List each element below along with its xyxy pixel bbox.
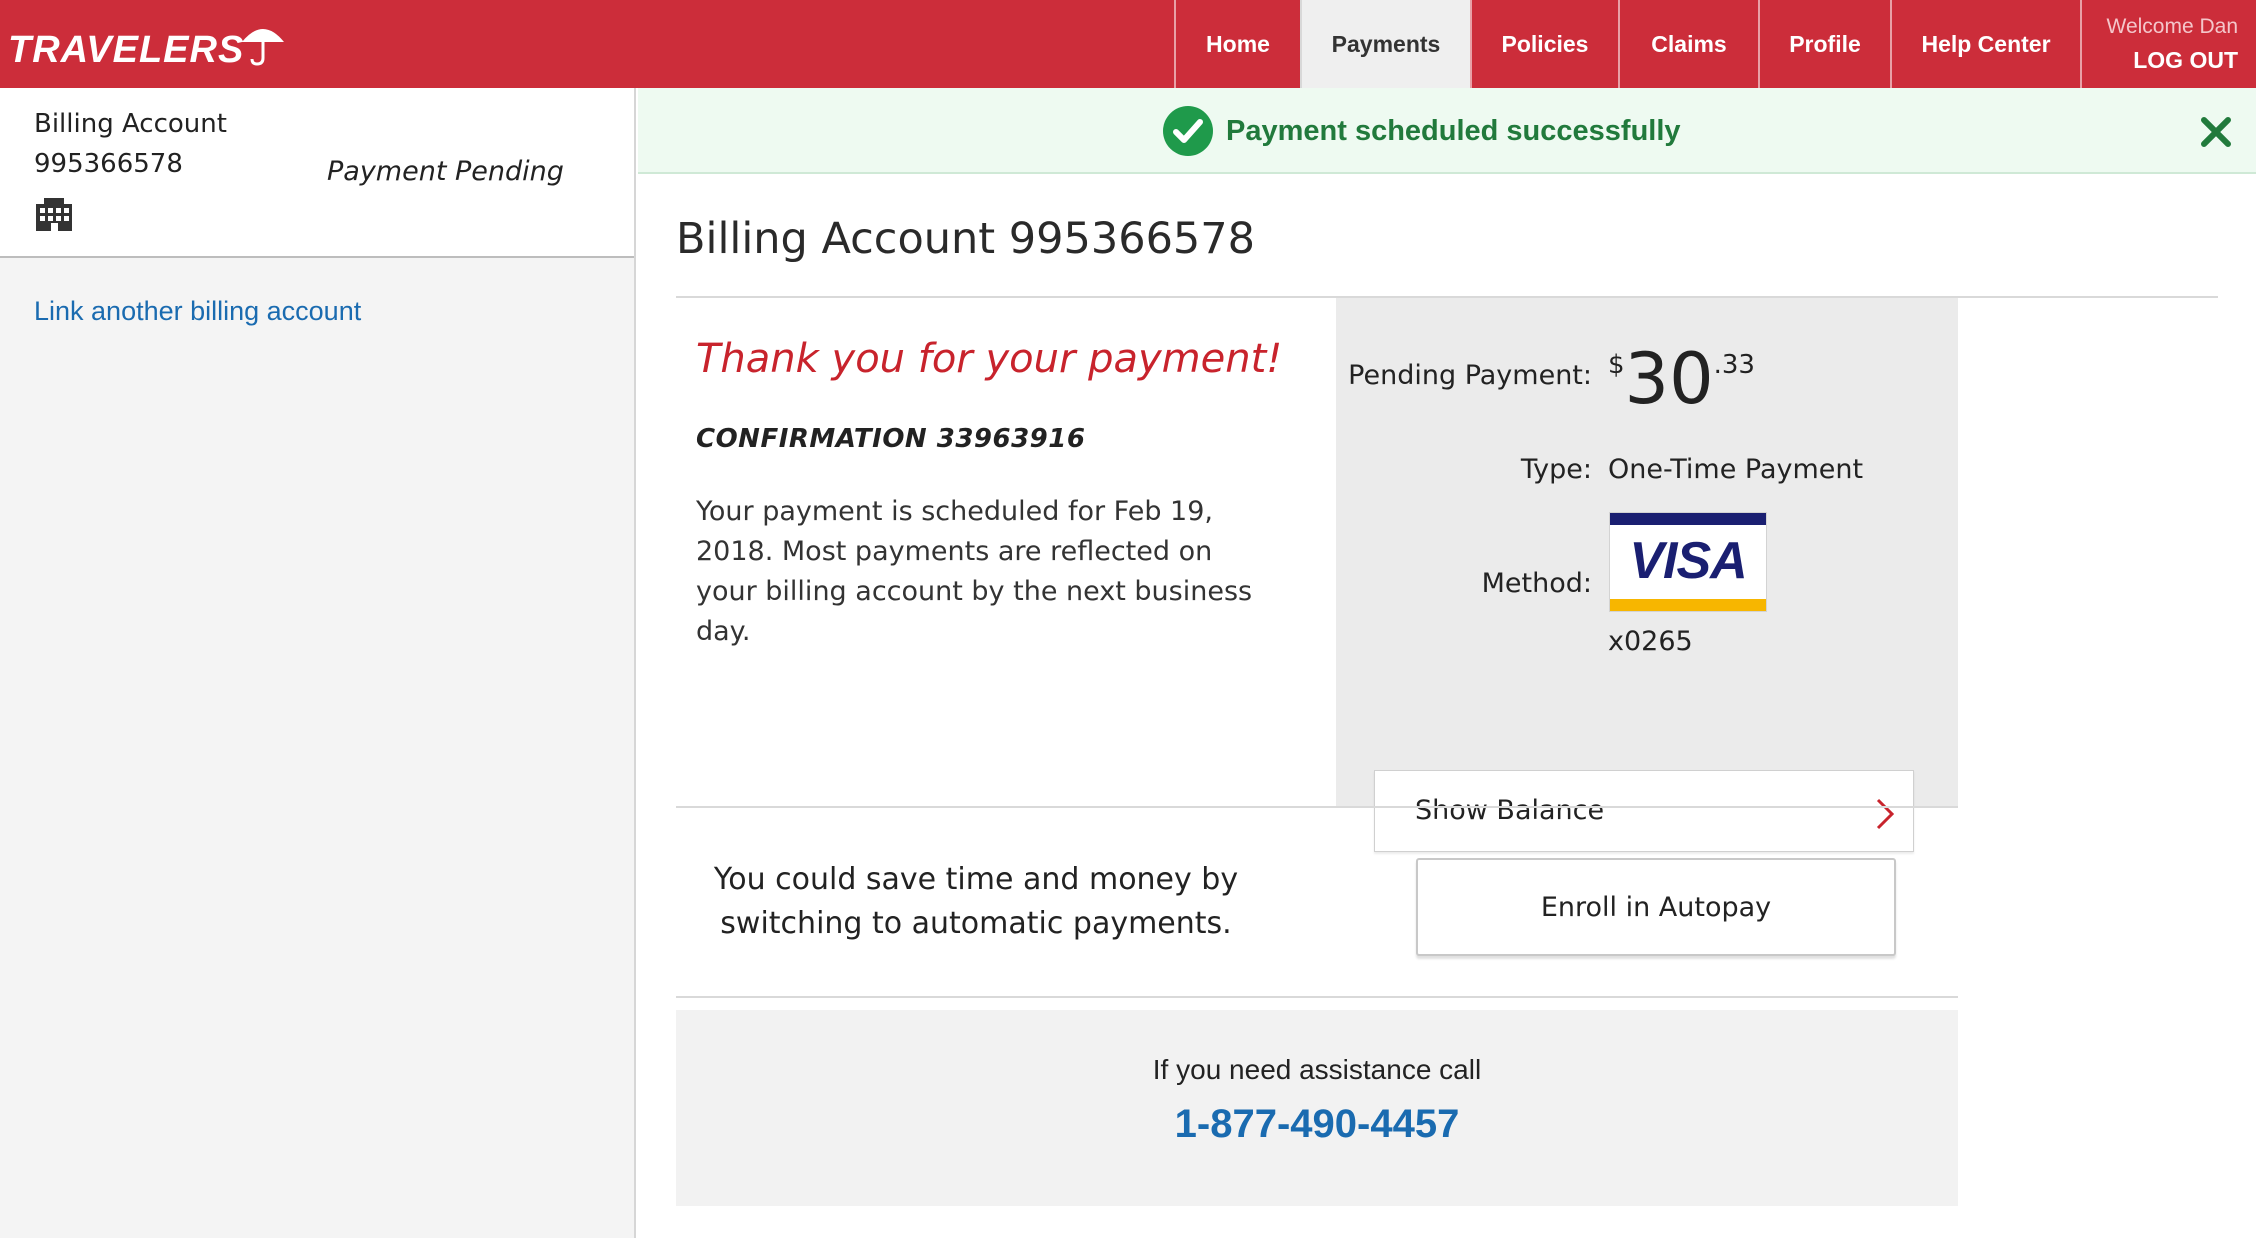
close-icon bbox=[2201, 117, 2231, 147]
user-menu: Welcome Dan LOG OUT bbox=[2080, 0, 2256, 88]
payment-details-panel: Pending Payment: $ 30 .33 Type: One-Time… bbox=[1336, 298, 1958, 852]
section-divider bbox=[676, 806, 1958, 808]
visa-card-icon: VISA bbox=[1609, 512, 1767, 612]
autopay-promo-text: You could save time and money by switchi… bbox=[713, 862, 1239, 941]
section-divider bbox=[676, 996, 1958, 998]
amount-currency: $ bbox=[1608, 350, 1625, 380]
top-header: TRAVELERS Home Payments Policies Claims … bbox=[0, 0, 2256, 88]
banner-message: Payment scheduled successfully bbox=[1226, 114, 1681, 147]
link-billing-account-link[interactable]: Link another billing account bbox=[34, 296, 634, 327]
chevron-right-icon bbox=[1876, 798, 1895, 830]
payment-method-label: Method: bbox=[1481, 568, 1592, 599]
nav-policies[interactable]: Policies bbox=[1470, 0, 1618, 88]
amount-dollars: 30 bbox=[1624, 338, 1714, 420]
visa-bottom-stripe bbox=[1610, 599, 1766, 611]
amount-cents: .33 bbox=[1713, 350, 1755, 380]
thank-you-panel: Thank you for your payment! CONFIRMATION… bbox=[676, 298, 1336, 806]
nav-help-center[interactable]: Help Center bbox=[1890, 0, 2080, 88]
close-banner-button[interactable] bbox=[2196, 112, 2236, 152]
show-balance-label: Show Balance bbox=[1415, 795, 1605, 826]
umbrella-icon bbox=[242, 29, 285, 66]
billing-account-card[interactable]: Billing Account 995366578 Payment Pendin… bbox=[0, 88, 634, 258]
banner-content: Payment scheduled successfully bbox=[1162, 105, 1681, 157]
show-balance-button[interactable]: Show Balance bbox=[1374, 770, 1914, 852]
page-title: Billing Account 995366578 bbox=[676, 214, 1256, 264]
enroll-autopay-button[interactable]: Enroll in Autopay bbox=[1416, 858, 1896, 956]
travelers-logo[interactable]: TRAVELERS bbox=[8, 22, 288, 72]
logout-link[interactable]: LOG OUT bbox=[2133, 47, 2238, 74]
sidebar: Billing Account 995366578 Payment Pendin… bbox=[0, 88, 636, 1238]
payment-type-value: One-Time Payment bbox=[1608, 454, 1864, 485]
thank-you-heading: Thank you for your payment! bbox=[696, 336, 1283, 382]
card-last-four: x0265 bbox=[1608, 626, 1693, 657]
nav-payments[interactable]: Payments bbox=[1300, 0, 1470, 88]
assistance-text: If you need assistance call bbox=[1152, 1054, 1482, 1085]
welcome-text: Welcome Dan bbox=[2106, 14, 2239, 38]
nav-home[interactable]: Home bbox=[1174, 0, 1300, 88]
check-circle-icon bbox=[1163, 106, 1213, 156]
nav-claims[interactable]: Claims bbox=[1618, 0, 1758, 88]
visa-logo-text: VISA bbox=[1629, 532, 1747, 590]
main-content: Payment scheduled successfully Billing A… bbox=[638, 88, 2256, 1238]
pending-payment-label: Pending Payment: bbox=[1348, 360, 1592, 391]
nav-profile[interactable]: Profile bbox=[1758, 0, 1890, 88]
pending-amount: $ 30 .33 bbox=[1608, 344, 1755, 414]
visa-top-stripe bbox=[1610, 513, 1766, 525]
assistance-panel: If you need assistance call 1-877-490-44… bbox=[676, 1010, 1958, 1206]
success-banner: Payment scheduled successfully bbox=[638, 88, 2256, 174]
account-label: Billing Account bbox=[34, 109, 227, 139]
logo-text: TRAVELERS bbox=[8, 29, 245, 71]
schedule-message: Your payment is scheduled for Feb 19, 20… bbox=[696, 496, 1253, 647]
payment-type-label: Type: bbox=[1520, 454, 1592, 485]
assistance-phone-link[interactable]: 1-877-490-4457 bbox=[676, 1102, 1958, 1147]
confirmation-number: CONFIRMATION 33963916 bbox=[696, 424, 1086, 454]
main-nav: Home Payments Policies Claims Profile He… bbox=[1174, 0, 2256, 88]
building-icon bbox=[36, 198, 72, 231]
account-status: Payment Pending bbox=[327, 156, 564, 187]
